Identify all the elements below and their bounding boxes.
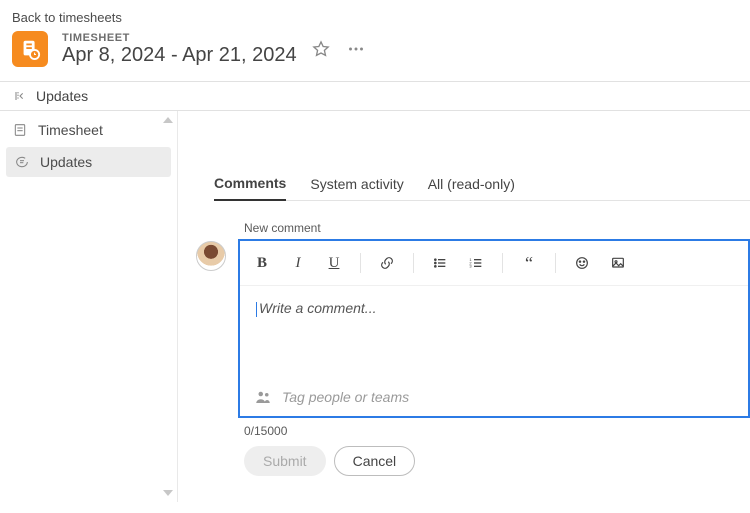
header-kicker: TIMESHEET <box>62 32 297 44</box>
composer-row: B I U 123 <box>196 239 750 418</box>
composer-footer: 0/15000 Submit Cancel <box>244 424 750 476</box>
bold-button[interactable]: B <box>246 249 278 277</box>
people-icon <box>254 388 272 406</box>
more-actions-button[interactable] <box>345 38 367 60</box>
sidebar-item-label: Timesheet <box>38 122 103 138</box>
bullet-list-button[interactable] <box>424 249 456 277</box>
tag-people-field[interactable]: Tag people or teams <box>240 378 748 416</box>
underline-button[interactable]: U <box>318 249 350 277</box>
sidebar-item-updates[interactable]: Updates <box>6 147 171 177</box>
tab-label: All (read-only) <box>428 176 515 192</box>
header-date-range: Apr 8, 2024 - Apr 21, 2024 <box>62 44 297 67</box>
editor-toolbar: B I U 123 <box>240 241 748 286</box>
tab-all-readonly[interactable]: All (read-only) <box>428 176 515 200</box>
main-content: Comments System activity All (read-only)… <box>178 111 750 502</box>
header-titles: TIMESHEET Apr 8, 2024 - Apr 21, 2024 <box>62 32 297 67</box>
left-sidebar: Timesheet Updates <box>0 111 178 502</box>
comment-textarea[interactable]: Write a comment... <box>240 286 748 378</box>
breadcrumb-row: Updates <box>0 82 750 111</box>
new-comment-block: New comment B I U <box>196 221 750 476</box>
numbered-list-button[interactable]: 123 <box>460 249 492 277</box>
toolbar-separator <box>360 253 361 273</box>
timesheet-icon <box>12 31 48 67</box>
comment-placeholder: Write a comment... <box>259 300 376 316</box>
blockquote-button[interactable]: “ <box>513 249 545 277</box>
toolbar-separator <box>502 253 503 273</box>
document-icon <box>12 122 28 138</box>
sidebar-scroll-down-icon[interactable] <box>163 490 173 496</box>
collapse-sidebar-icon[interactable] <box>10 88 26 104</box>
tag-placeholder: Tag people or teams <box>282 389 409 405</box>
italic-button[interactable]: I <box>282 249 314 277</box>
sidebar-item-label: Updates <box>40 154 92 170</box>
text-cursor <box>256 302 257 317</box>
sidebar-scroll-up-icon[interactable] <box>163 117 173 123</box>
page-body: Timesheet Updates Comments System activi… <box>0 111 750 502</box>
cancel-button[interactable]: Cancel <box>334 446 416 476</box>
tab-system-activity[interactable]: System activity <box>310 176 403 200</box>
submit-label: Submit <box>263 453 307 469</box>
tab-label: Comments <box>214 175 286 191</box>
comment-editor[interactable]: B I U 123 <box>238 239 750 418</box>
image-button[interactable] <box>602 249 634 277</box>
toolbar-separator <box>555 253 556 273</box>
tab-comments[interactable]: Comments <box>214 175 286 201</box>
emoji-button[interactable] <box>566 249 598 277</box>
tabs-row: Comments System activity All (read-only) <box>214 175 750 201</box>
new-comment-heading: New comment <box>244 221 750 235</box>
link-button[interactable] <box>371 249 403 277</box>
comment-icon <box>14 154 30 170</box>
page-header: TIMESHEET Apr 8, 2024 - Apr 21, 2024 <box>0 31 750 81</box>
submit-button: Submit <box>244 446 326 476</box>
toolbar-separator <box>413 253 414 273</box>
user-avatar <box>196 241 226 271</box>
svg-text:3: 3 <box>469 264 472 269</box>
character-counter: 0/15000 <box>244 424 750 438</box>
tab-label: System activity <box>310 176 403 192</box>
cancel-label: Cancel <box>353 453 397 469</box>
breadcrumb-label: Updates <box>36 88 88 104</box>
back-to-timesheets-link[interactable]: Back to timesheets <box>0 0 750 31</box>
back-link-text: Back to timesheets <box>12 10 122 25</box>
favorite-star-button[interactable] <box>311 39 331 59</box>
sidebar-item-timesheet[interactable]: Timesheet <box>0 115 177 145</box>
